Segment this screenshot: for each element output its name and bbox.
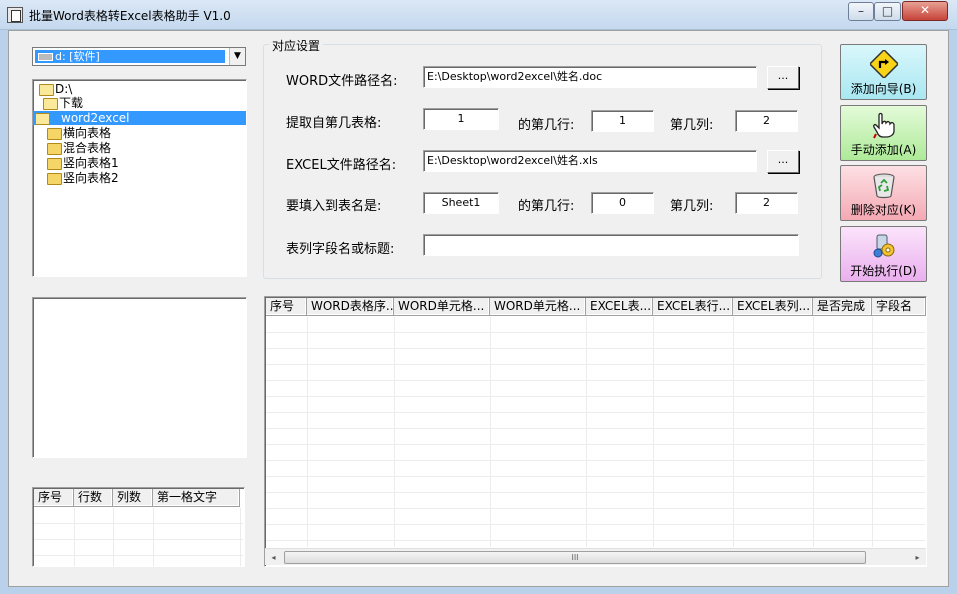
word-col-input[interactable]: 2 [735, 110, 798, 132]
grid-divider [307, 317, 308, 547]
column-header[interactable]: 第一格文字 [153, 489, 240, 507]
column-header[interactable]: 行数 [74, 489, 113, 507]
grid-divider [653, 317, 654, 547]
add-wizard-label: 添加向导(B) [850, 82, 917, 96]
grid-divider [394, 317, 395, 547]
word-path-label: WORD文件路径名: [286, 74, 398, 89]
manual-add-label: 手动添加(A) [850, 143, 917, 157]
word-col-label: 第几列: [670, 118, 714, 133]
column-header[interactable]: WORD单元格... [490, 298, 586, 316]
drive-select[interactable]: d: [软件] ▼ [32, 47, 246, 66]
chevron-down-icon[interactable]: ▼ [229, 48, 245, 65]
grid-divider [74, 508, 75, 566]
close-button[interactable]: ✕ [902, 1, 948, 21]
grid-body [34, 508, 243, 565]
column-header[interactable]: 序号 [34, 489, 74, 507]
sheet-name-input[interactable]: Sheet1 [423, 192, 499, 214]
excel-path-input[interactable]: E:\Desktop\word2excel\姓名.xls [423, 150, 757, 172]
sheet-name-label: 要填入到表名是: [286, 199, 382, 214]
grid-divider [113, 508, 114, 566]
word-row-label: 的第几行: [518, 118, 575, 133]
mapping-grid[interactable]: 序号 WORD表格序... WORD单元格... WORD单元格... EXCE… [264, 296, 927, 567]
grid-divider [733, 317, 734, 547]
folder-item-vertical1[interactable]: 竖向表格1 [45, 156, 119, 170]
folder-item-vertical2[interactable]: 竖向表格2 [45, 171, 119, 185]
maximize-button[interactable]: □ [874, 2, 901, 21]
delete-mapping-button[interactable]: 删除对应(K) [840, 165, 927, 221]
grid-divider [153, 508, 154, 566]
excel-col-input[interactable]: 2 [735, 192, 798, 214]
column-header[interactable]: EXCEL表行... [653, 298, 733, 316]
grid-divider [586, 317, 587, 547]
add-wizard-button[interactable]: 添加向导(B) [840, 44, 927, 100]
scroll-left-icon[interactable]: ◂ [265, 549, 282, 566]
excel-col-label: 第几列: [670, 199, 714, 214]
column-header[interactable]: 是否完成 [813, 298, 872, 316]
column-header[interactable]: WORD单元格... [394, 298, 490, 316]
field-name-input[interactable] [423, 234, 799, 256]
turn-sign-icon [870, 50, 898, 78]
grid-divider [813, 317, 814, 547]
grid-divider [240, 508, 241, 566]
column-header[interactable]: 列数 [113, 489, 153, 507]
scroll-thumb[interactable]: III [284, 551, 866, 564]
run-gears-icon [873, 234, 895, 258]
minimize-button[interactable]: – [848, 2, 874, 21]
folder-item-word2excel[interactable]: word2excel [33, 111, 246, 125]
drive-selected-value: d: [软件] [35, 50, 225, 63]
column-header[interactable]: 序号 [266, 298, 307, 316]
window-title: 批量Word表格转Excel表格助手 V1.0 [29, 9, 231, 23]
column-header[interactable]: WORD表格序... [307, 298, 394, 316]
folder-item-downloads[interactable]: 下载 [41, 96, 83, 110]
table-index-input[interactable]: 1 [423, 108, 499, 130]
browse-excel-button[interactable]: ... [767, 150, 799, 173]
folder-tree[interactable]: D:\ 下载 word2excel 横向表格 混合表格 竖向表格1 竖向表格2 [32, 79, 247, 277]
table-index-label: 提取自第几表格: [286, 116, 382, 131]
title-bar[interactable]: 批量Word表格转Excel表格助手 V1.0 – □ ✕ [0, 0, 957, 30]
app-icon [7, 7, 23, 23]
column-header[interactable]: EXCEL表列... [733, 298, 813, 316]
group-title: 对应设置 [269, 37, 324, 54]
excel-path-label: EXCEL文件路径名: [286, 158, 397, 173]
word-path-input[interactable]: E:\Desktop\word2excel\姓名.doc [423, 66, 757, 88]
column-header[interactable]: EXCEL表... [586, 298, 653, 316]
hand-pointer-icon [873, 112, 895, 139]
grid-body [266, 317, 925, 547]
table-info-grid[interactable]: 序号 行数 列数 第一格文字 [32, 487, 245, 567]
scroll-right-icon[interactable]: ▸ [909, 549, 926, 566]
word-row-input[interactable]: 1 [591, 110, 654, 132]
browse-word-button[interactable]: ... [767, 66, 799, 89]
excel-row-input[interactable]: 0 [591, 192, 654, 214]
grid-divider [872, 317, 873, 547]
excel-row-label: 的第几行: [518, 199, 575, 214]
delete-mapping-label: 删除对应(K) [850, 203, 917, 217]
folder-item-d[interactable]: D:\ [37, 82, 72, 96]
recycle-bin-icon [873, 173, 895, 199]
field-name-label: 表列字段名或标题: [286, 242, 395, 257]
horizontal-scrollbar[interactable]: ◂ III ▸ [265, 548, 926, 565]
grid-divider [490, 317, 491, 547]
start-execute-button[interactable]: 开始执行(D) [840, 226, 927, 282]
folder-item-mixed[interactable]: 混合表格 [45, 141, 111, 155]
folder-label: word2excel [61, 111, 130, 125]
folder-item-horizontal[interactable]: 横向表格 [45, 126, 111, 140]
column-header[interactable]: 字段名 [872, 298, 926, 316]
start-execute-label: 开始执行(D) [850, 264, 917, 278]
file-list[interactable] [32, 297, 247, 458]
manual-add-button[interactable]: 手动添加(A) [840, 105, 927, 161]
